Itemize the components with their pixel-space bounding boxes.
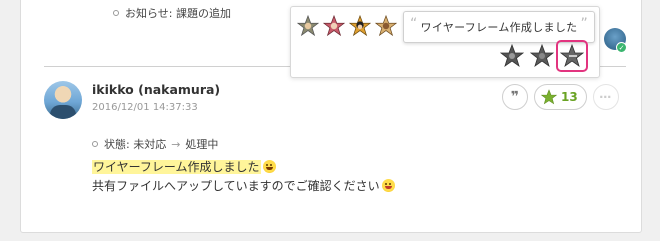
quote-text: ワイヤーフレーム作成しました bbox=[420, 21, 578, 34]
star-stamp-option-selected[interactable] bbox=[556, 40, 588, 72]
status-to: 処理中 bbox=[185, 138, 219, 151]
stamper-avatar[interactable] bbox=[297, 15, 319, 37]
star-stamp-icon bbox=[349, 15, 371, 37]
star-icon bbox=[541, 89, 557, 105]
stamper-avatar[interactable] bbox=[349, 15, 371, 37]
more-icon: ⋯ bbox=[599, 90, 613, 104]
stamp-options bbox=[499, 40, 588, 72]
online-check-icon: ✓ bbox=[616, 42, 627, 53]
stamper-avatar[interactable] bbox=[375, 15, 397, 37]
status-from: 状態: 未対応 bbox=[104, 138, 167, 151]
star-count: 13 bbox=[561, 90, 578, 104]
notice-text: お知らせ: 課題の追加 bbox=[125, 7, 231, 20]
message-text: 共有ファイルへアップしていますのでご確認ください bbox=[92, 179, 380, 193]
stamper-avatars bbox=[297, 15, 397, 37]
author-name[interactable]: ikikko (nakamura) bbox=[92, 82, 220, 97]
comment-timestamp: 2016/12/01 14:37:33 bbox=[92, 102, 198, 113]
author-avatar[interactable] bbox=[44, 81, 82, 119]
star-stamp-icon bbox=[530, 44, 554, 68]
stamp-popup: “ ワイヤーフレーム作成しました ” bbox=[290, 6, 600, 78]
star-stamp-icon bbox=[500, 44, 524, 68]
star-stamp-icon bbox=[560, 44, 584, 68]
quote-button[interactable]: ❞ bbox=[502, 84, 528, 110]
notice-line: お知らせ: 課題の追加 bbox=[113, 5, 231, 21]
tongue-emoji-icon bbox=[381, 179, 395, 192]
bullet-icon bbox=[113, 10, 119, 16]
star-stamp-icon bbox=[297, 15, 319, 37]
status-change: 状態: 未対応 → 処理中 bbox=[92, 136, 218, 152]
bullet-icon bbox=[92, 141, 98, 147]
comment-actions: ❞ 13 ⋯ bbox=[502, 84, 619, 110]
star-stamp-icon bbox=[323, 15, 345, 37]
star-stamp-option[interactable] bbox=[499, 43, 525, 69]
star-button[interactable]: 13 bbox=[534, 84, 587, 110]
close-quote-icon: ” bbox=[580, 16, 588, 32]
quote-icon: ❞ bbox=[510, 89, 520, 105]
stamp-quote-tooltip: “ ワイヤーフレーム作成しました ” bbox=[403, 11, 595, 43]
open-quote-icon: “ bbox=[409, 16, 418, 32]
star-stamp-icon bbox=[375, 15, 397, 37]
comment-message-line1: ワイヤーフレーム作成しました bbox=[92, 158, 276, 175]
highlighted-text: ワイヤーフレーム作成しました bbox=[92, 160, 261, 174]
arrow-right-icon: → bbox=[171, 137, 181, 151]
more-button[interactable]: ⋯ bbox=[592, 84, 619, 110]
star-stamp-option[interactable] bbox=[529, 43, 555, 69]
stamper-avatar[interactable] bbox=[323, 15, 345, 37]
smile-emoji-icon bbox=[262, 160, 276, 173]
comment-message-line2: 共有ファイルへアップしていますのでご確認ください bbox=[92, 177, 395, 194]
